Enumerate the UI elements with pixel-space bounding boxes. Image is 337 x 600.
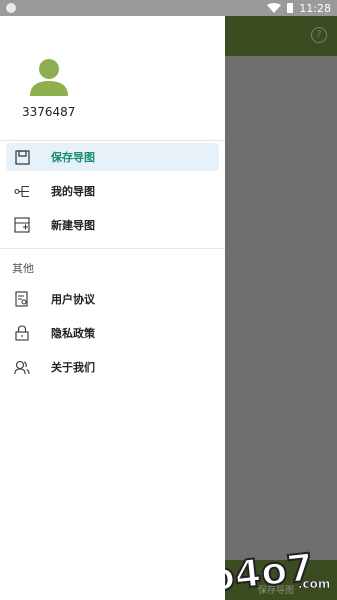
section-title-other: 其他 — [12, 262, 34, 275]
menu-item-new-map[interactable]: 新建导图 — [6, 211, 219, 239]
about-us-icon — [14, 359, 30, 375]
wifi-icon — [267, 3, 282, 13]
help-icon[interactable]: ? — [311, 27, 327, 43]
status-time: 11:28 — [299, 1, 331, 15]
new-map-icon — [14, 217, 30, 233]
menu-label: 关于我们 — [51, 361, 95, 374]
save-icon — [14, 149, 30, 165]
status-right-group: 11:28 — [267, 1, 331, 15]
notification-icon — [6, 3, 16, 13]
divider — [0, 248, 225, 249]
menu-item-user-agreement[interactable]: 用户协议 — [6, 285, 219, 313]
avatar-icon[interactable] — [28, 56, 70, 98]
menu-label: 新建导图 — [51, 219, 95, 232]
user-agreement-icon — [14, 291, 30, 307]
user-id: 3376487 — [22, 105, 76, 119]
divider — [0, 140, 225, 141]
mindmap-icon — [14, 183, 30, 199]
menu-label: 隐私政策 — [51, 327, 95, 340]
menu-item-save-map[interactable]: 保存导图 — [6, 143, 219, 171]
navigation-drawer: 3376487 保存导图 我的导图 新建导图 其他 用户协议 隐私政策 关于我们 — [0, 16, 225, 600]
menu-label: 用户协议 — [51, 293, 95, 306]
menu-item-my-maps[interactable]: 我的导图 — [6, 177, 219, 205]
svg-text:.com: .com — [298, 577, 330, 591]
menu-label: 保存导图 — [51, 151, 95, 164]
status-bar: 11:28 — [0, 0, 337, 16]
battery-icon — [287, 3, 294, 13]
menu-item-about-us[interactable]: 关于我们 — [6, 353, 219, 381]
menu-item-privacy-policy[interactable]: 隐私政策 — [6, 319, 219, 347]
lock-icon — [14, 325, 30, 341]
menu-label: 我的导图 — [51, 185, 95, 198]
